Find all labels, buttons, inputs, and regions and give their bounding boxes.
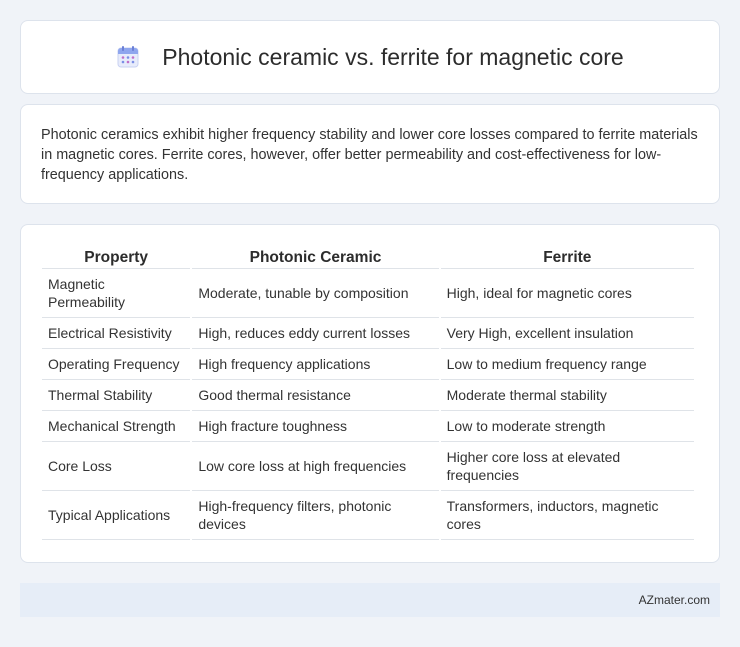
table-row: Mechanical Strength High fracture toughn… <box>42 411 694 442</box>
footer: AZmater.com <box>20 583 720 617</box>
property-cell: Core Loss <box>42 442 191 491</box>
page-title: Photonic ceramic vs. ferrite for magneti… <box>162 43 624 70</box>
photonic-ceramic-cell: Good thermal resistance <box>192 380 439 411</box>
column-header-property: Property <box>42 245 191 269</box>
photonic-ceramic-cell: High frequency applications <box>192 349 439 380</box>
table-row: Core Loss Low core loss at high frequenc… <box>42 442 694 491</box>
property-cell: Typical Applications <box>42 491 191 540</box>
table-row: Magnetic Permeability Moderate, tunable … <box>42 269 694 318</box>
photonic-ceramic-cell: High fracture toughness <box>192 411 439 442</box>
property-cell: Mechanical Strength <box>42 411 191 442</box>
property-cell: Operating Frequency <box>42 349 191 380</box>
photonic-ceramic-cell: High, reduces eddy current losses <box>192 318 439 349</box>
comparison-table: Property Photonic Ceramic Ferrite Magnet… <box>40 245 696 540</box>
property-cell: Electrical Resistivity <box>42 318 191 349</box>
table-row: Typical Applications High-frequency filt… <box>42 491 694 540</box>
property-cell: Thermal Stability <box>42 380 191 411</box>
photonic-ceramic-cell: Low core loss at high frequencies <box>192 442 439 491</box>
calendar-icon <box>116 45 140 69</box>
footer-brand: AZmater.com <box>638 593 710 607</box>
comparison-table-card: Property Photonic Ceramic Ferrite Magnet… <box>20 224 720 563</box>
ferrite-cell: Transformers, inductors, magnetic cores <box>440 491 694 540</box>
title-card: Photonic ceramic vs. ferrite for magneti… <box>20 20 720 94</box>
photonic-ceramic-cell: Moderate, tunable by composition <box>192 269 439 318</box>
table-row: Thermal Stability Good thermal resistanc… <box>42 380 694 411</box>
column-header-ferrite: Ferrite <box>440 245 694 269</box>
column-header-photonic-ceramic: Photonic Ceramic <box>192 245 439 269</box>
table-row: Operating Frequency High frequency appli… <box>42 349 694 380</box>
photonic-ceramic-cell: High-frequency filters, photonic devices <box>192 491 439 540</box>
ferrite-cell: Moderate thermal stability <box>440 380 694 411</box>
ferrite-cell: Very High, excellent insulation <box>440 318 694 349</box>
property-cell: Magnetic Permeability <box>42 269 191 318</box>
ferrite-cell: Higher core loss at elevated frequencies <box>440 442 694 491</box>
summary-card: Photonic ceramics exhibit higher frequen… <box>20 104 720 204</box>
ferrite-cell: Low to moderate strength <box>440 411 694 442</box>
table-header-row: Property Photonic Ceramic Ferrite <box>42 245 694 269</box>
ferrite-cell: Low to medium frequency range <box>440 349 694 380</box>
summary-text: Photonic ceramics exhibit higher frequen… <box>41 127 698 183</box>
table-row: Electrical Resistivity High, reduces edd… <box>42 318 694 349</box>
ferrite-cell: High, ideal for magnetic cores <box>440 269 694 318</box>
